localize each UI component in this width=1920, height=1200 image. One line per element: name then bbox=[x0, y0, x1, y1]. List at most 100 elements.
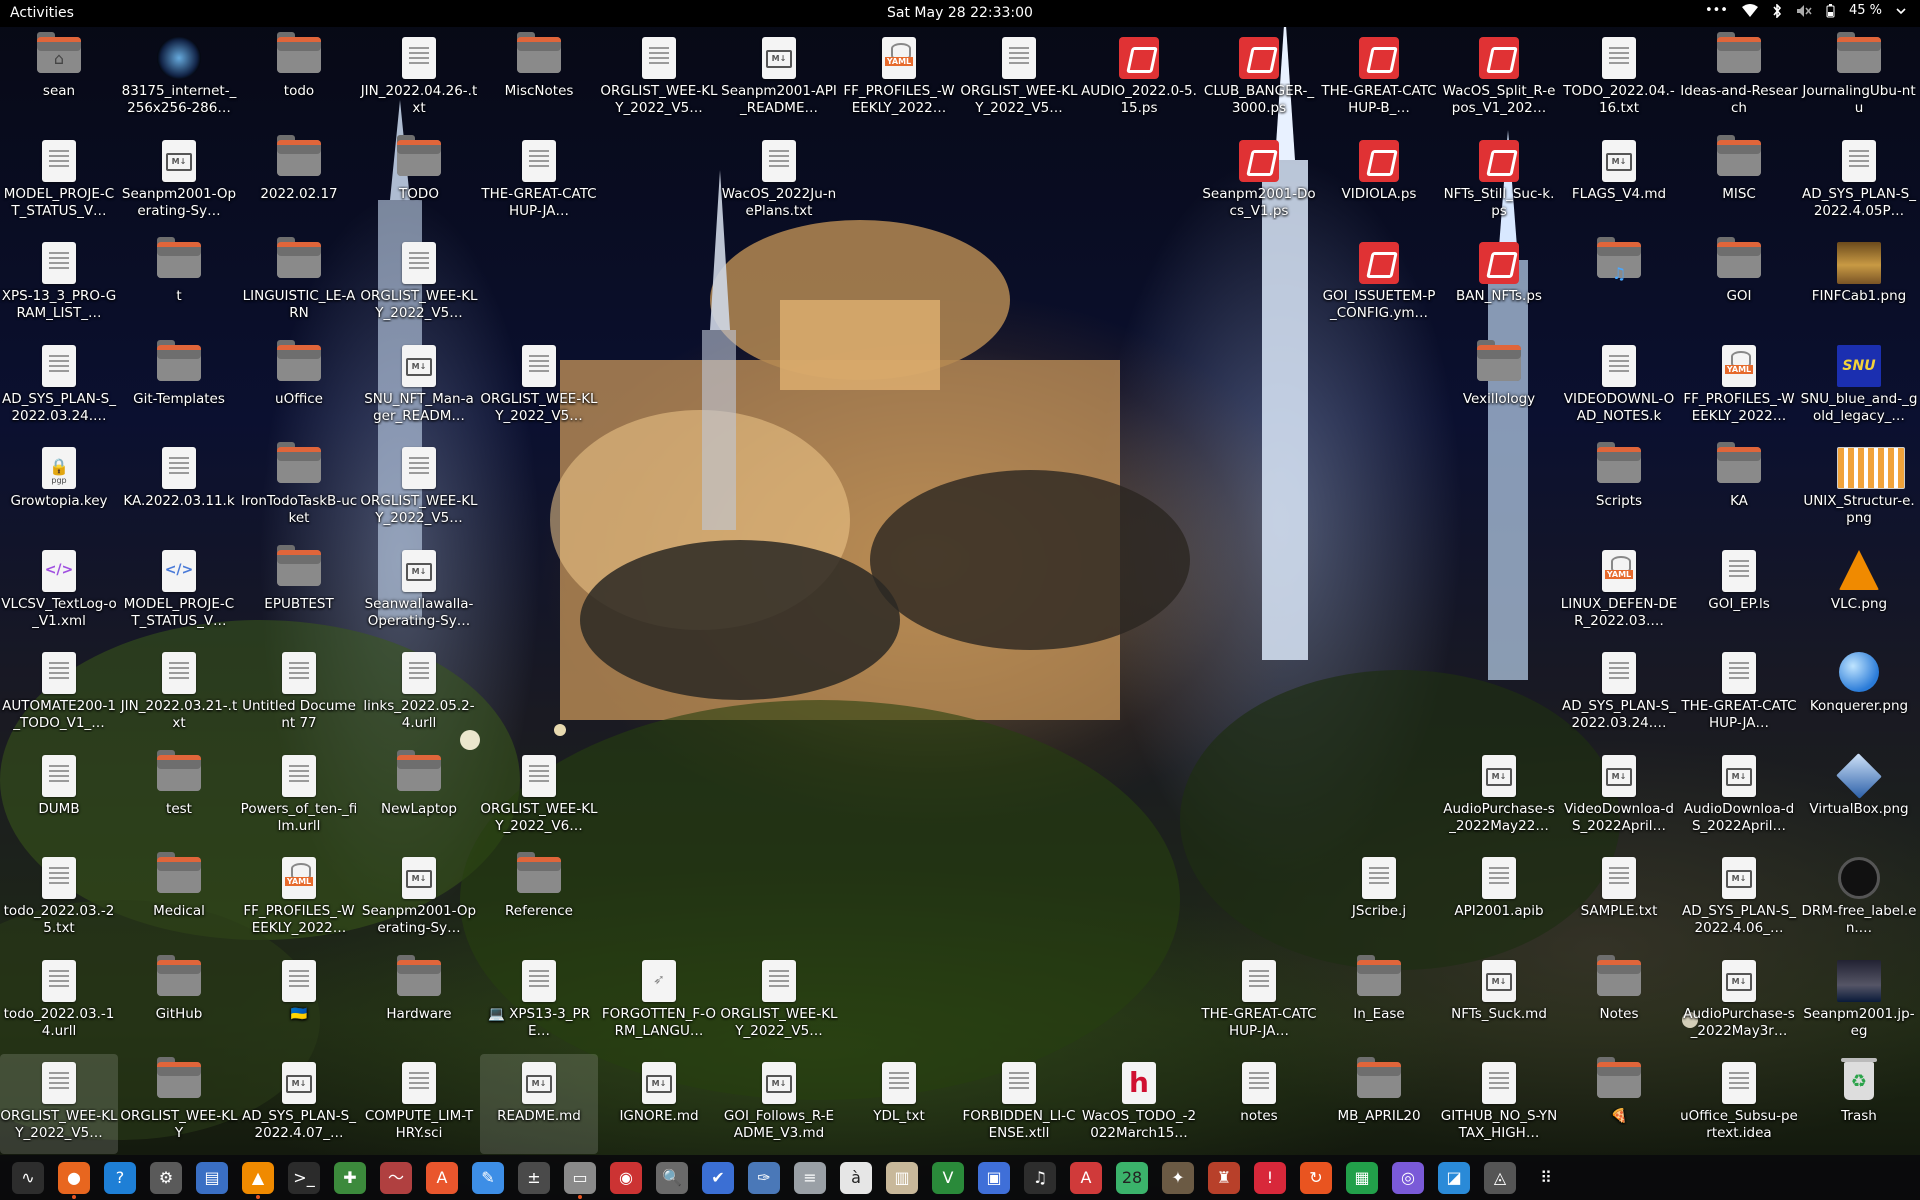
desktop-item[interactable]: GOI_EP.ls bbox=[1680, 542, 1798, 642]
desktop-item[interactable]: uOffice bbox=[240, 337, 358, 437]
desktop-item[interactable]: M↓ AudioDownloa-dS_2022April… bbox=[1680, 747, 1798, 847]
desktop-item[interactable]: 🇺🇦 bbox=[240, 952, 358, 1052]
desktop-item[interactable]: 💻 XPS13-3_PRE… bbox=[480, 952, 598, 1052]
volume-muted-icon[interactable] bbox=[1796, 4, 1812, 18]
desktop-item[interactable]: WacOS_2022Ju-nePlans.txt bbox=[720, 132, 838, 232]
desktop-item[interactable]: M↓ README.md bbox=[480, 1054, 598, 1154]
pdf-icon[interactable]: A bbox=[1070, 1162, 1102, 1194]
desktop-item[interactable]: M↓ AD_SYS_PLAN-S_2022.4.07_… bbox=[240, 1054, 358, 1154]
desktop-item[interactable]: 🍕 bbox=[1560, 1054, 1678, 1154]
desktop-item[interactable]: YAML FF_PROFILES_-WEEKLY_2022… bbox=[840, 29, 958, 129]
desktop-item[interactable]: THE-GREAT-CATCHUP-JA… bbox=[480, 132, 598, 232]
tasks-icon[interactable]: ✔ bbox=[702, 1162, 734, 1194]
desktop-item[interactable]: 🔒 pgp Growtopia.key bbox=[0, 439, 118, 539]
desktop-item[interactable]: ORGLIST_WEE-KLY_2022_V6… bbox=[480, 747, 598, 847]
vlc-icon[interactable]: ▲ bbox=[242, 1162, 274, 1199]
desktop-item[interactable]: M↓ IGNORE.md bbox=[600, 1054, 718, 1154]
battery-percentage[interactable]: 45 % bbox=[1849, 3, 1882, 18]
search-tool-icon[interactable]: 🔍 bbox=[656, 1162, 688, 1194]
desktop-item[interactable]: WacOS_Split_R-epos_V1_202… bbox=[1440, 29, 1558, 129]
desktop-item[interactable]: API2001.apib bbox=[1440, 849, 1558, 949]
desktop-item[interactable]: COMPUTE_LIM-THRY.sci bbox=[360, 1054, 478, 1154]
disk-usage-icon[interactable]: ◉ bbox=[610, 1162, 642, 1194]
screenshot-icon[interactable]: ◎ bbox=[1392, 1162, 1424, 1194]
desktop-item[interactable]: TODO_2022.04.-16.txt bbox=[1560, 29, 1678, 129]
desktop-item[interactable]: ORGLIST_WEE-KLY_2022_V5… bbox=[360, 439, 478, 539]
document-viewer-icon[interactable]: ▤ bbox=[196, 1162, 228, 1194]
store-icon[interactable]: ◬ bbox=[1484, 1162, 1516, 1194]
desktop-item[interactable]: YAML FF_PROFILES_-WEEKLY_2022… bbox=[240, 849, 358, 949]
app-grid-icon[interactable]: ⠿ bbox=[1530, 1162, 1562, 1194]
desktop-item[interactable]: </> MODEL_PROJE-CT_STATUS_V… bbox=[120, 542, 238, 642]
desktop-item[interactable]: M↓ SNU_NFT_Man-ager_READM… bbox=[360, 337, 478, 437]
desktop-item[interactable]: Konquerer.png bbox=[1800, 644, 1918, 744]
desktop-item[interactable]: notes bbox=[1200, 1054, 1318, 1154]
desktop-item[interactable]: KA bbox=[1680, 439, 1798, 539]
desktop-item[interactable]: ⌂ sean bbox=[0, 29, 118, 129]
battery-icon[interactable] bbox=[1826, 3, 1835, 18]
desktop-item[interactable]: Hardware bbox=[360, 952, 478, 1052]
desktop-item[interactable]: ORGLIST_WEE-KLY_2022_V5… bbox=[720, 952, 838, 1052]
desktop-item[interactable]: t bbox=[120, 234, 238, 334]
desktop-item[interactable]: MODEL_PROJE-CT_STATUS_V… bbox=[0, 132, 118, 232]
desktop-item[interactable]: todo bbox=[240, 29, 358, 129]
desktop-item[interactable]: links_2022.05.2-4.urll bbox=[360, 644, 478, 744]
calendar-icon[interactable]: 28 bbox=[1116, 1162, 1148, 1194]
desktop-item[interactable]: THE-GREAT-CATCHUP-JA… bbox=[1680, 644, 1798, 744]
desktop-item[interactable]: MB_APRIL20 bbox=[1320, 1054, 1438, 1154]
desktop-item[interactable]: VirtualBox.png bbox=[1800, 747, 1918, 847]
desktop-item[interactable]: BAN_NFTs.ps bbox=[1440, 234, 1558, 334]
character-map-icon[interactable]: à bbox=[840, 1162, 872, 1194]
desktop-item[interactable]: KA.2022.03.11.k bbox=[120, 439, 238, 539]
desktop-item[interactable]: AD_SYS_PLAN-S_2022.03.24.… bbox=[1560, 644, 1678, 744]
desktop-item[interactable]: h WacOS_TODO_-2022March15… bbox=[1080, 1054, 1198, 1154]
desktop-item[interactable]: CLUB_BANGER-_3000.ps bbox=[1200, 29, 1318, 129]
files-icon[interactable]: ▭ bbox=[564, 1162, 596, 1199]
desktop-item[interactable]: VIDEODOWNL-OAD_NOTES.k bbox=[1560, 337, 1678, 437]
office-icon[interactable]: ≡ bbox=[794, 1162, 826, 1194]
desktop-item[interactable]: M↓ FLAGS_V4.md bbox=[1560, 132, 1678, 232]
desktop-item[interactable]: AUDIO_2022.0-5.15.ps bbox=[1080, 29, 1198, 129]
desktop-item[interactable]: LINGUISTIC_LE-ARN bbox=[240, 234, 358, 334]
desktop-item[interactable]: JScribe.j bbox=[1320, 849, 1438, 949]
desktop-item[interactable]: M↓ AD_SYS_PLAN-S_2022.4.06_… bbox=[1680, 849, 1798, 949]
desktop-item[interactable]: DRM-free_label.en.… bbox=[1800, 849, 1918, 949]
desktop-item[interactable]: M↓ AudioPurchase-s_2022May3r… bbox=[1680, 952, 1798, 1052]
desktop-item[interactable]: M↓ NFTs_Suck.md bbox=[1440, 952, 1558, 1052]
desktop-item[interactable]: Git-Templates bbox=[120, 337, 238, 437]
desktop-item[interactable]: In_Ease bbox=[1320, 952, 1438, 1052]
desktop-item[interactable]: IronTodoTaskB-ucket bbox=[240, 439, 358, 539]
desktop-item[interactable]: AD_SYS_PLAN-S_2022.03.24.… bbox=[0, 337, 118, 437]
update-icon[interactable]: ↻ bbox=[1300, 1162, 1332, 1194]
desktop-item[interactable]: 83175_internet-_256x256-286… bbox=[120, 29, 238, 129]
bluetooth-icon[interactable] bbox=[1772, 3, 1782, 18]
desktop-item[interactable]: AUTOMATE200-1_TODO_V1_… bbox=[0, 644, 118, 744]
desktop-item[interactable]: ORGLIST_WEE-KLY_2022_V5… bbox=[360, 234, 478, 334]
spreadsheet-icon[interactable]: ▦ bbox=[1346, 1162, 1378, 1194]
desktop-item[interactable]: TODO bbox=[360, 132, 478, 232]
screen-icon[interactable]: ▣ bbox=[978, 1162, 1010, 1194]
desktop-item[interactable]: Scripts bbox=[1560, 439, 1678, 539]
text-editor-icon[interactable]: ✎ bbox=[472, 1162, 504, 1194]
desktop-item[interactable]: uOffice_Subsu-pertext.idea bbox=[1680, 1054, 1798, 1154]
vim-icon[interactable]: V bbox=[932, 1162, 964, 1194]
desktop-item[interactable]: ♻ Trash bbox=[1800, 1054, 1918, 1154]
desktop-item[interactable]: ♫ bbox=[1560, 234, 1678, 334]
desktop-item[interactable]: YDL_txt bbox=[840, 1054, 958, 1154]
desktop-item[interactable]: JournalingUbu-ntu bbox=[1800, 29, 1918, 129]
desktop-item[interactable]: M↓ VideoDownloa-dS_2022April… bbox=[1560, 747, 1678, 847]
desktop-item[interactable]: GOI_ISSUETEM-P_CONFIG.ym… bbox=[1320, 234, 1438, 334]
desktop-item[interactable]: ORGLIST_WEE-KLY bbox=[120, 1054, 238, 1154]
calculator-icon[interactable]: ± bbox=[518, 1162, 550, 1194]
desktop-item[interactable]: Powers_of_ten-_film.urll bbox=[240, 747, 358, 847]
desktop-item[interactable]: M↓ Seanpm2001-Operating-Sy… bbox=[360, 849, 478, 949]
desktop-item[interactable]: FINFCab1.png bbox=[1800, 234, 1918, 334]
system-monitor-icon[interactable]: ∿ bbox=[12, 1162, 44, 1194]
gimp-icon[interactable]: ✦ bbox=[1162, 1162, 1194, 1194]
desktop-item[interactable]: </> VLCSV_TextLog-o_V1.xml bbox=[0, 542, 118, 642]
desktop-item[interactable]: THE-GREAT-CATCHUP-JA… bbox=[1200, 952, 1318, 1052]
desktop-item[interactable]: Medical bbox=[120, 849, 238, 949]
desktop-item[interactable]: GITHUB_NO_S-YNTAX_HIGH… bbox=[1440, 1054, 1558, 1154]
desktop-item[interactable]: ➶ FORGOTTEN_F-ORM_LANGU… bbox=[600, 952, 718, 1052]
desktop-item[interactable]: UNIX_Structur-e.png bbox=[1800, 439, 1918, 539]
